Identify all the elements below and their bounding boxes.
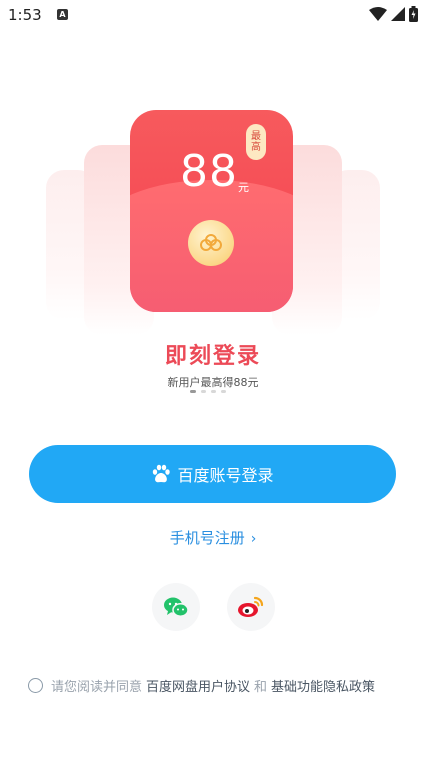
pager-dot-active	[190, 390, 196, 393]
reward-amount: 88	[180, 146, 238, 197]
wechat-login-button[interactable]	[152, 583, 200, 631]
privacy-policy-link[interactable]: 基础功能隐私政策	[271, 676, 375, 695]
carousel-pager	[190, 390, 226, 393]
pager-dot	[211, 390, 216, 393]
phone-register-link[interactable]: 手机号注册 ›	[0, 527, 426, 548]
chevron-right-icon: ›	[250, 531, 257, 547]
reward-unit: 元	[238, 181, 249, 194]
weibo-login-button[interactable]	[227, 583, 275, 631]
promo-title: 即刻登录	[164, 344, 261, 369]
status-icons	[369, 5, 418, 23]
notification-badge-icon: A	[57, 9, 68, 20]
agreement-row: 请您阅读并同意 百度网盘用户协议 和 基础功能隐私政策	[28, 676, 375, 695]
wifi-icon	[369, 7, 387, 21]
baidu-login-button[interactable]: 百度账号登录	[29, 445, 396, 503]
max-tag: 最 高	[246, 124, 266, 160]
user-agreement-link[interactable]: 百度网盘用户协议	[146, 676, 250, 695]
signal-icon	[391, 7, 405, 21]
max-tag-text-2: 高	[251, 142, 261, 153]
promo-banner: 88 元 最 高 即刻登录 新用户最高得88元	[40, 100, 386, 400]
battery-icon	[409, 6, 418, 22]
wechat-icon	[164, 597, 189, 617]
status-time: 1:53	[8, 6, 42, 24]
max-tag-text-1: 最	[251, 131, 261, 142]
status-bar: 1:53 A	[0, 0, 426, 30]
red-envelope: 88 元 最 高	[130, 110, 293, 312]
agreement-conjunction: 和	[254, 680, 268, 695]
baidu-netdisk-coin-icon	[188, 220, 234, 266]
weibo-icon	[238, 596, 264, 617]
pager-dot	[221, 390, 226, 393]
baidu-login-label: 百度账号登录	[177, 466, 274, 485]
agreement-prefix: 请您阅读并同意	[51, 680, 143, 695]
pager-dot	[201, 390, 206, 393]
agreement-checkbox[interactable]	[28, 678, 43, 693]
phone-register-label: 手机号注册	[169, 529, 245, 547]
baidu-paw-icon	[153, 464, 171, 483]
promo-subtitle: 新用户最高得88元	[167, 376, 259, 389]
